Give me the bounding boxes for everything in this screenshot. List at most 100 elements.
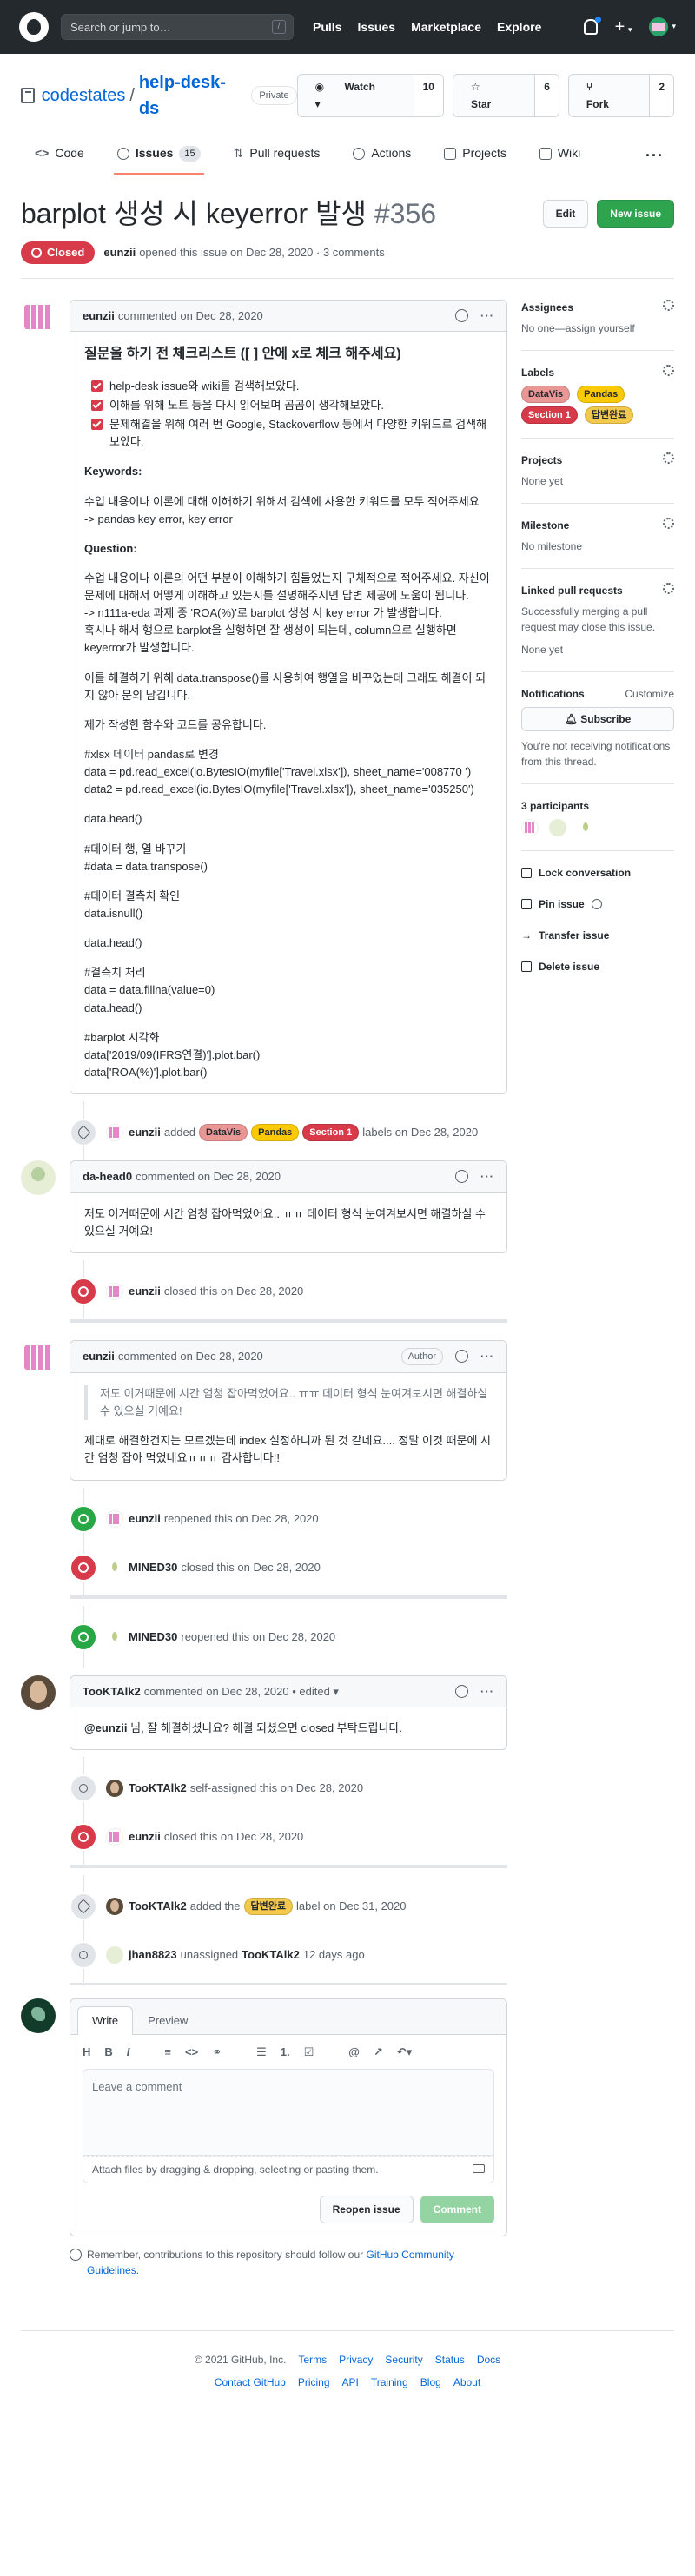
label-answered[interactable]: 답변완료 <box>584 406 634 424</box>
event-actor[interactable]: TooKTAlk2 <box>129 1780 187 1797</box>
footer-link-status[interactable]: Status <box>435 2352 465 2368</box>
event-actor[interactable]: eunzii <box>129 1283 161 1300</box>
label-section-1[interactable]: Section 1 <box>521 406 578 424</box>
tab-pull-requests[interactable]: ⇅ Pull requests <box>230 137 324 175</box>
pin-issue-button[interactable]: Pin issue <box>521 896 674 912</box>
event-target-user[interactable]: TooKTAlk2 <box>242 1946 300 1964</box>
avatar[interactable] <box>106 1780 123 1798</box>
add-reaction-icon[interactable] <box>455 1684 468 1698</box>
checkbox-checked-icon[interactable] <box>91 419 103 431</box>
sidebar-heading[interactable]: Assignees <box>521 300 573 315</box>
bullet-list-icon[interactable]: ☰ <box>256 2044 267 2061</box>
avatar[interactable] <box>21 1674 56 1710</box>
link-icon[interactable]: ⚭ <box>212 2044 222 2061</box>
tab-wiki[interactable]: Wiki <box>536 137 584 175</box>
avatar[interactable] <box>549 818 566 836</box>
attach-files-area[interactable]: Attach files by dragging & dropping, sel… <box>83 2156 494 2184</box>
add-reaction-icon[interactable] <box>455 1170 468 1184</box>
sidebar-heading[interactable]: Linked pull requests <box>521 583 623 598</box>
tab-preview[interactable]: Preview <box>133 2006 202 2035</box>
more-tabs-button[interactable]: ··· <box>645 144 664 168</box>
label-datavis[interactable]: DataVis <box>199 1124 248 1142</box>
add-reaction-icon[interactable] <box>455 1350 468 1364</box>
subscribe-button[interactable]: 🔔︎ Subscribe <box>521 706 674 731</box>
avatar[interactable] <box>106 1509 123 1528</box>
nav-pulls[interactable]: Pulls <box>313 18 341 36</box>
avatar[interactable] <box>106 1124 123 1142</box>
fork-button[interactable]: ⑂ Fork 2 <box>567 74 674 117</box>
tab-actions[interactable]: Actions <box>349 137 414 175</box>
avatar[interactable] <box>106 1558 123 1576</box>
code-icon[interactable]: <> <box>185 2044 198 2061</box>
sidebar-heading[interactable]: Milestone <box>521 518 569 533</box>
avatar[interactable] <box>21 299 56 334</box>
label-section-1[interactable]: Section 1 <box>302 1124 360 1142</box>
comment-options-icon[interactable]: ··· <box>480 307 494 325</box>
gear-icon[interactable] <box>663 582 674 594</box>
event-actor[interactable]: MINED30 <box>129 1559 177 1576</box>
footer-link-api[interactable]: API <box>342 2375 359 2390</box>
watch-button[interactable]: ◉ Watch ▾ 10 <box>296 74 444 117</box>
comment-author[interactable]: da-head0 <box>83 1168 132 1186</box>
tab-write[interactable]: Write <box>77 2006 134 2035</box>
avatar[interactable] <box>106 1628 123 1646</box>
nav-explore[interactable]: Explore <box>497 18 541 36</box>
footer-link-blog[interactable]: Blog <box>420 2375 441 2390</box>
watch-count[interactable]: 10 <box>413 75 443 116</box>
comment-author[interactable]: eunzii <box>83 307 115 325</box>
comment-button[interactable]: Comment <box>420 2196 494 2224</box>
comment-options-icon[interactable]: ··· <box>480 1168 494 1186</box>
github-logo-icon[interactable] <box>19 12 49 42</box>
gear-icon[interactable] <box>663 452 674 464</box>
mention-icon[interactable]: @ <box>348 2044 360 2061</box>
footer-link-docs[interactable]: Docs <box>477 2352 500 2368</box>
checkbox-checked-icon[interactable] <box>91 399 103 411</box>
comment-author[interactable]: TooKTAlk2 <box>83 1683 141 1701</box>
footer-link-security[interactable]: Security <box>385 2352 422 2368</box>
label-pandas[interactable]: Pandas <box>577 385 626 403</box>
comment-author[interactable]: eunzii <box>83 1348 115 1365</box>
heading-icon[interactable]: H <box>83 2044 90 2061</box>
create-new-button[interactable]: + ▾ <box>615 14 632 40</box>
footer-link-contact[interactable]: Contact GitHub <box>215 2375 286 2390</box>
tab-code[interactable]: <> Code <box>31 137 88 175</box>
avatar[interactable] <box>106 1828 123 1846</box>
label-datavis[interactable]: DataVis <box>521 385 571 403</box>
add-reaction-icon[interactable] <box>455 308 468 322</box>
footer-link-pricing[interactable]: Pricing <box>298 2375 330 2390</box>
delete-issue-button[interactable]: Delete issue <box>521 959 674 974</box>
footer-link-terms[interactable]: Terms <box>298 2352 327 2368</box>
comment-textarea[interactable]: Leave a comment <box>83 2069 494 2157</box>
event-actor[interactable]: TooKTAlk2 <box>129 1898 187 1915</box>
comment-timestamp[interactable]: commented on Dec 28, 2020 • edited ▾ <box>144 1683 339 1701</box>
italic-icon[interactable]: I <box>127 2044 130 2061</box>
repo-owner-link[interactable]: codestates <box>42 83 126 109</box>
nav-issues[interactable]: Issues <box>357 18 395 36</box>
label-pandas[interactable]: Pandas <box>251 1124 300 1142</box>
task-list-icon[interactable]: ☑ <box>304 2044 314 2061</box>
comment-timestamp[interactable]: commented on Dec 28, 2020 <box>118 307 263 325</box>
new-issue-button[interactable]: New issue <box>597 200 674 228</box>
comment-timestamp[interactable]: commented on Dec 28, 2020 <box>136 1168 281 1186</box>
footer-link-privacy[interactable]: Privacy <box>339 2352 373 2368</box>
footer-link-training[interactable]: Training <box>371 2375 408 2390</box>
avatar[interactable] <box>106 1282 123 1300</box>
avatar[interactable] <box>21 1998 56 2034</box>
footer-link-about[interactable]: About <box>453 2375 480 2390</box>
comment-timestamp[interactable]: commented on Dec 28, 2020 <box>118 1348 263 1365</box>
event-actor[interactable]: eunzii <box>129 1828 161 1846</box>
quote-icon[interactable]: ≡ <box>164 2044 171 2061</box>
event-actor[interactable]: jhan8823 <box>129 1946 177 1964</box>
cross-reference-icon[interactable]: ↗ <box>374 2044 383 2061</box>
notifications-bell-icon[interactable] <box>583 17 601 35</box>
avatar[interactable] <box>106 1946 123 1965</box>
star-count[interactable]: 6 <box>534 75 559 116</box>
gear-icon[interactable] <box>663 299 674 311</box>
checkbox-checked-icon[interactable] <box>91 380 103 392</box>
event-actor[interactable]: eunzii <box>129 1124 161 1141</box>
user-menu-button[interactable]: ▾ <box>649 17 676 36</box>
markdown-icon[interactable] <box>473 2164 485 2174</box>
customize-link[interactable]: Customize <box>625 686 674 702</box>
edit-button[interactable]: Edit <box>542 200 589 228</box>
info-icon[interactable] <box>591 898 602 909</box>
